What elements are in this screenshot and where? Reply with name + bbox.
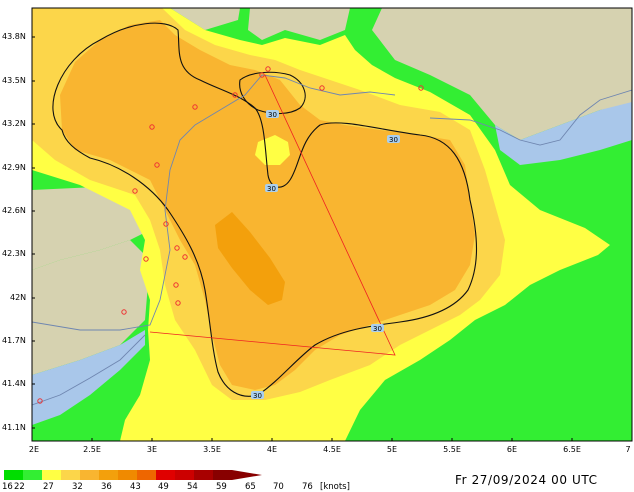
lat-label: 42N — [10, 293, 27, 302]
legend-swatch — [118, 470, 137, 480]
color-legend — [4, 470, 262, 480]
legend-label: 54 — [187, 482, 198, 492]
legend-swatch — [80, 470, 99, 480]
lat-label: 42.6N — [2, 206, 26, 215]
lat-label: 43.2N — [2, 119, 26, 128]
legend-label: 43 — [130, 482, 141, 492]
lat-label: 41.1N — [2, 423, 26, 432]
legend-swatch — [213, 470, 232, 480]
lon-label: 4.5E — [323, 445, 341, 454]
lat-label: 42.9N — [2, 163, 26, 172]
lon-label: 5E — [386, 445, 398, 454]
legend-swatch — [61, 470, 80, 480]
legend-label: 70 — [273, 482, 284, 492]
contour-label: 30 — [373, 325, 382, 333]
lon-label: 2.5E — [83, 445, 101, 454]
legend-label: 16 — [2, 482, 13, 492]
lat-label: 42.3N — [2, 249, 26, 258]
lon-label: 6.5E — [563, 445, 581, 454]
legend-unit: [knots] — [320, 482, 350, 492]
lon-label: 2E — [28, 445, 40, 454]
legend-swatch — [4, 470, 23, 480]
forecast-timestamp: Fr 27/09/2024 00 UTC — [455, 473, 598, 487]
wind-map: 30 30 30 30 30 — [31, 7, 633, 442]
lon-label: 7 — [625, 445, 631, 454]
legend-label: 32 — [72, 482, 83, 492]
contour-label: 30 — [389, 136, 398, 144]
lon-label: 5.5E — [443, 445, 461, 454]
lat-label: 43.5N — [2, 76, 26, 85]
lon-label: 3E — [146, 445, 158, 454]
legend-swatch — [156, 470, 175, 480]
contour-label: 30 — [268, 111, 277, 119]
contour-label: 30 — [253, 392, 262, 400]
legend-swatch — [175, 470, 194, 480]
contour-label: 30 — [267, 185, 276, 193]
legend-label: 65 — [245, 482, 256, 492]
lon-label: 4E — [266, 445, 278, 454]
legend-swatch — [99, 470, 118, 480]
lon-label: 6E — [506, 445, 518, 454]
lat-label: 41.7N — [2, 336, 26, 345]
lon-label: 3.5E — [203, 445, 221, 454]
legend-label: 59 — [216, 482, 227, 492]
legend-swatch — [42, 470, 61, 480]
legend-label: 27 — [43, 482, 54, 492]
lat-label: 41.4N — [2, 379, 26, 388]
legend-label: 49 — [158, 482, 169, 492]
legend-label: 36 — [101, 482, 112, 492]
legend-label: 76 — [302, 482, 313, 492]
legend-swatch — [23, 470, 42, 480]
legend-swatch — [194, 470, 213, 480]
lat-label: 43.8N — [2, 32, 26, 41]
legend-label: 22 — [14, 482, 25, 492]
legend-arrow — [232, 470, 262, 480]
legend-swatch — [137, 470, 156, 480]
